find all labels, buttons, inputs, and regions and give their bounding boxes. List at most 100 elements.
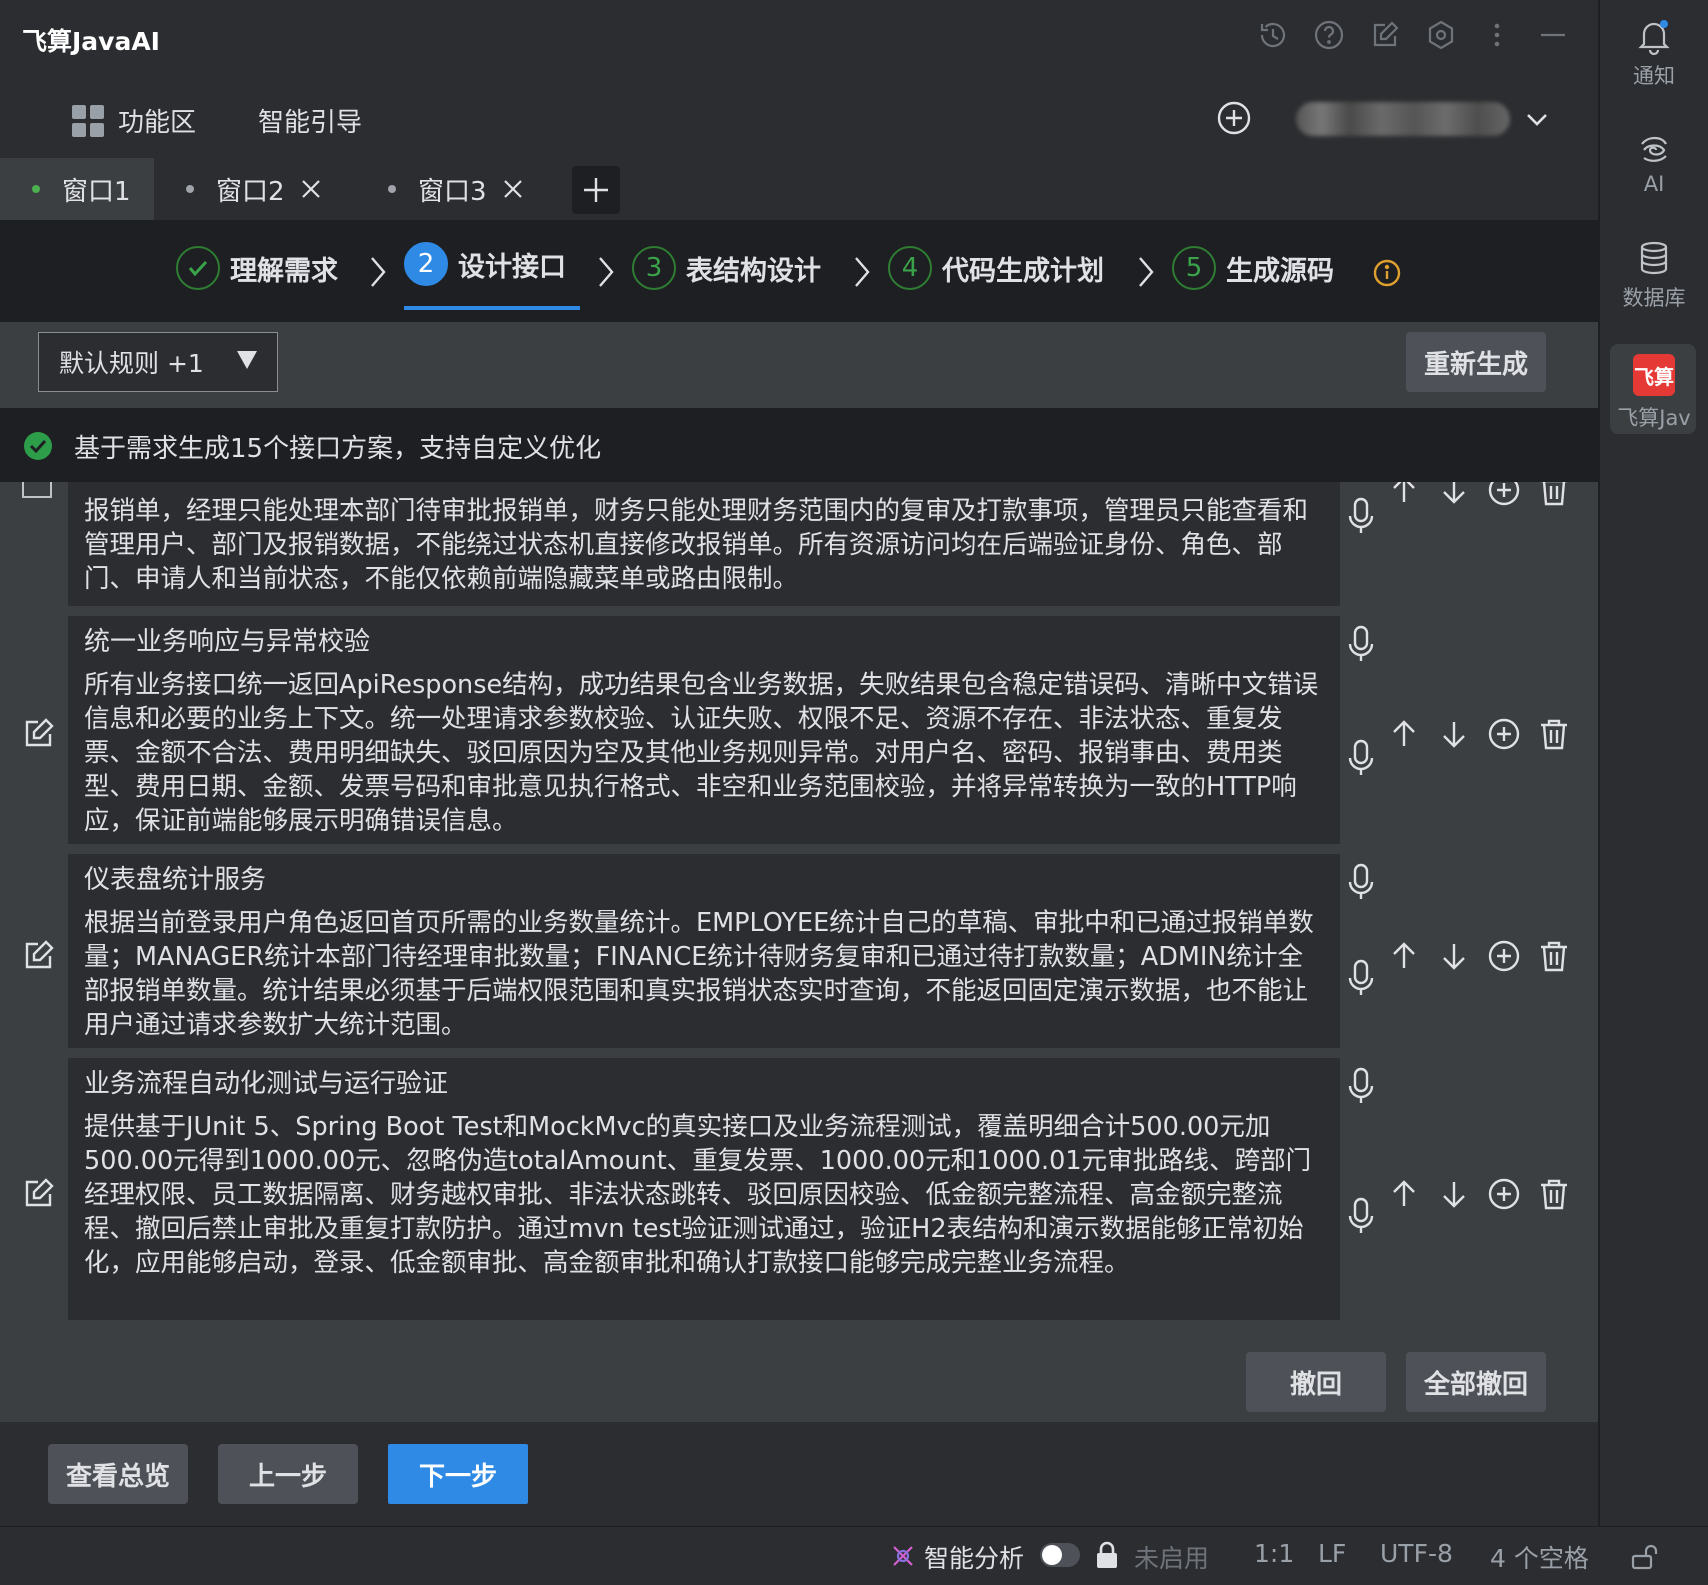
- active-dot: [32, 185, 40, 193]
- tab-window-2[interactable]: 窗口2: [186, 158, 323, 220]
- add-circle-icon[interactable]: [1486, 1176, 1522, 1212]
- trash-icon[interactable]: [1536, 1176, 1572, 1212]
- tab-window-3[interactable]: 窗口3: [388, 158, 525, 220]
- close-icon[interactable]: [299, 177, 323, 201]
- card-title: 统一业务响应与异常校验: [84, 627, 371, 657]
- undo-button[interactable]: 撤回: [1246, 1352, 1386, 1412]
- edit-icon[interactable]: [22, 1176, 56, 1210]
- ai-button[interactable]: AI: [1600, 128, 1708, 196]
- notify-button[interactable]: 通知: [1600, 16, 1708, 90]
- function-area-button[interactable]: 功能区: [72, 102, 196, 139]
- add-tab-button[interactable]: [572, 166, 620, 214]
- status-bar: 智能分析 未启用 1:1 LF UTF-8 4 个空格: [0, 1526, 1708, 1585]
- indent-setting[interactable]: 4 个空格: [1490, 1539, 1589, 1575]
- rule-select[interactable]: 默认规则 +1: [38, 332, 278, 392]
- cursor-position[interactable]: 1:1: [1254, 1539, 1294, 1568]
- microphone-icon[interactable]: [1346, 624, 1376, 664]
- card-title: 业务流程自动化测试与运行验证: [84, 1069, 449, 1099]
- add-circle-icon[interactable]: [1486, 938, 1522, 974]
- tab-dot: [388, 185, 396, 193]
- add-circle-icon[interactable]: [1216, 100, 1252, 136]
- microphone-icon[interactable]: [1346, 958, 1376, 998]
- right-tool-sidebar: 通知 AI 数据库 飞算 飞算Jav: [1598, 0, 1708, 1584]
- success-check-icon: [24, 432, 52, 460]
- trash-icon[interactable]: [1536, 716, 1572, 752]
- interface-card[interactable]: 报销单，经理只能处理本部门待审批报销单，财务只能处理财务范围内的复审及打款事项，…: [68, 482, 1340, 606]
- lock-icon: [1097, 1541, 1117, 1568]
- smart-analysis-toggle[interactable]: [1040, 1543, 1080, 1567]
- trash-icon[interactable]: [1536, 482, 1572, 508]
- trash-icon[interactable]: [1536, 938, 1572, 974]
- arrow-up-icon[interactable]: [1386, 482, 1422, 508]
- tab-label: 窗口2: [216, 176, 285, 207]
- card-body: 提供基于JUnit 5、Spring Boot Test和MockMvc的真实接…: [84, 1112, 1312, 1278]
- chevron-down-icon[interactable]: [1524, 106, 1550, 132]
- arrow-down-icon[interactable]: [1436, 938, 1472, 974]
- edit-icon[interactable]: [22, 938, 56, 972]
- edit-note-icon[interactable]: [1368, 18, 1402, 52]
- info-icon[interactable]: [1372, 258, 1402, 288]
- arrow-up-icon[interactable]: [1386, 716, 1422, 752]
- microphone-icon[interactable]: [1346, 862, 1376, 902]
- dropdown-triangle-icon: [237, 351, 257, 369]
- arrow-down-icon[interactable]: [1436, 716, 1472, 752]
- minimize-icon[interactable]: [1536, 18, 1570, 52]
- arrow-up-icon[interactable]: [1386, 1176, 1422, 1212]
- step-label: 代码生成计划: [942, 255, 1104, 287]
- overview-button[interactable]: 查看总览: [48, 1444, 188, 1504]
- microphone-icon[interactable]: [1346, 1066, 1376, 1106]
- interface-card[interactable]: 仪表盘统计服务 根据当前登录用户角色返回首页所需的业务数量统计。EMPLOYEE…: [68, 854, 1340, 1048]
- undo-all-button[interactable]: 全部撤回: [1406, 1352, 1546, 1412]
- navigation-bar: 查看总览 上一步 下一步: [0, 1426, 1598, 1526]
- regenerate-button[interactable]: 重新生成: [1406, 332, 1546, 392]
- interface-list: 报销单，经理只能处理本部门待审批报销单，财务只能处理财务范围内的复审及打款事项，…: [0, 482, 1598, 1342]
- step-label: 设计接口: [458, 251, 566, 283]
- interface-card[interactable]: 业务流程自动化测试与运行验证 提供基于JUnit 5、Spring Boot T…: [68, 1058, 1340, 1320]
- next-step-button[interactable]: 下一步: [388, 1444, 528, 1504]
- user-account-blurred[interactable]: [1296, 102, 1510, 136]
- previous-step-button[interactable]: 上一步: [218, 1444, 358, 1504]
- file-encoding[interactable]: UTF-8: [1380, 1539, 1453, 1568]
- smart-guide-button[interactable]: 智能引导: [258, 102, 362, 139]
- settings-icon[interactable]: [1424, 18, 1458, 52]
- interface-card[interactable]: 统一业务响应与异常校验 所有业务接口统一返回ApiResponse结构，成功结果…: [68, 616, 1340, 844]
- step-understand-requirements[interactable]: 理解需求: [176, 246, 338, 290]
- card-body: 根据当前登录用户角色返回首页所需的业务数量统计。EMPLOYEE统计自己的草稿、…: [84, 908, 1314, 1040]
- line-ending[interactable]: LF: [1318, 1539, 1346, 1568]
- close-icon[interactable]: [501, 177, 525, 201]
- more-icon[interactable]: [1480, 18, 1514, 52]
- step-generate-source[interactable]: 5 生成源码: [1172, 246, 1334, 290]
- arrow-down-icon[interactable]: [1436, 482, 1472, 508]
- step-design-interface[interactable]: 2 设计接口: [404, 242, 566, 286]
- history-icon[interactable]: [1256, 18, 1290, 52]
- step-code-plan[interactable]: 4 代码生成计划: [888, 246, 1104, 290]
- add-circle-icon[interactable]: [1486, 716, 1522, 752]
- microphone-icon[interactable]: [1346, 738, 1376, 778]
- ai-label: AI: [1643, 172, 1665, 196]
- step-table-design[interactable]: 3 表结构设计: [632, 246, 821, 290]
- checkbox-partial[interactable]: [22, 482, 52, 498]
- microphone-icon[interactable]: [1346, 496, 1376, 536]
- feisuan-tool-button[interactable]: 飞算 飞算Jav: [1600, 354, 1708, 432]
- smart-analysis-icon: [893, 1546, 913, 1566]
- status-banner: 基于需求生成15个接口方案，支持自定义优化: [0, 408, 1598, 482]
- feisuan-logo-icon: 飞算: [1633, 354, 1675, 396]
- app-title: 飞算JavaAI: [22, 27, 160, 56]
- check-icon: [176, 246, 220, 290]
- arrow-up-icon[interactable]: [1386, 938, 1422, 974]
- add-circle-icon[interactable]: [1486, 482, 1522, 508]
- microphone-icon[interactable]: [1346, 1196, 1376, 1236]
- plus-icon: [584, 178, 608, 202]
- step-number: 2: [404, 242, 448, 286]
- unlock-icon[interactable]: [1630, 1543, 1658, 1571]
- help-icon[interactable]: [1312, 18, 1346, 52]
- card-actions: [1386, 716, 1572, 752]
- edit-icon[interactable]: [22, 716, 56, 750]
- database-icon: [1640, 241, 1668, 275]
- chevron-right-icon: [855, 257, 870, 287]
- tab-label: 窗口3: [418, 176, 487, 207]
- arrow-down-icon[interactable]: [1436, 1176, 1472, 1212]
- feisuan-label: 飞算Jav: [1617, 406, 1691, 430]
- database-button[interactable]: 数据库: [1600, 238, 1708, 312]
- tab-window-1[interactable]: 窗口1: [0, 158, 154, 220]
